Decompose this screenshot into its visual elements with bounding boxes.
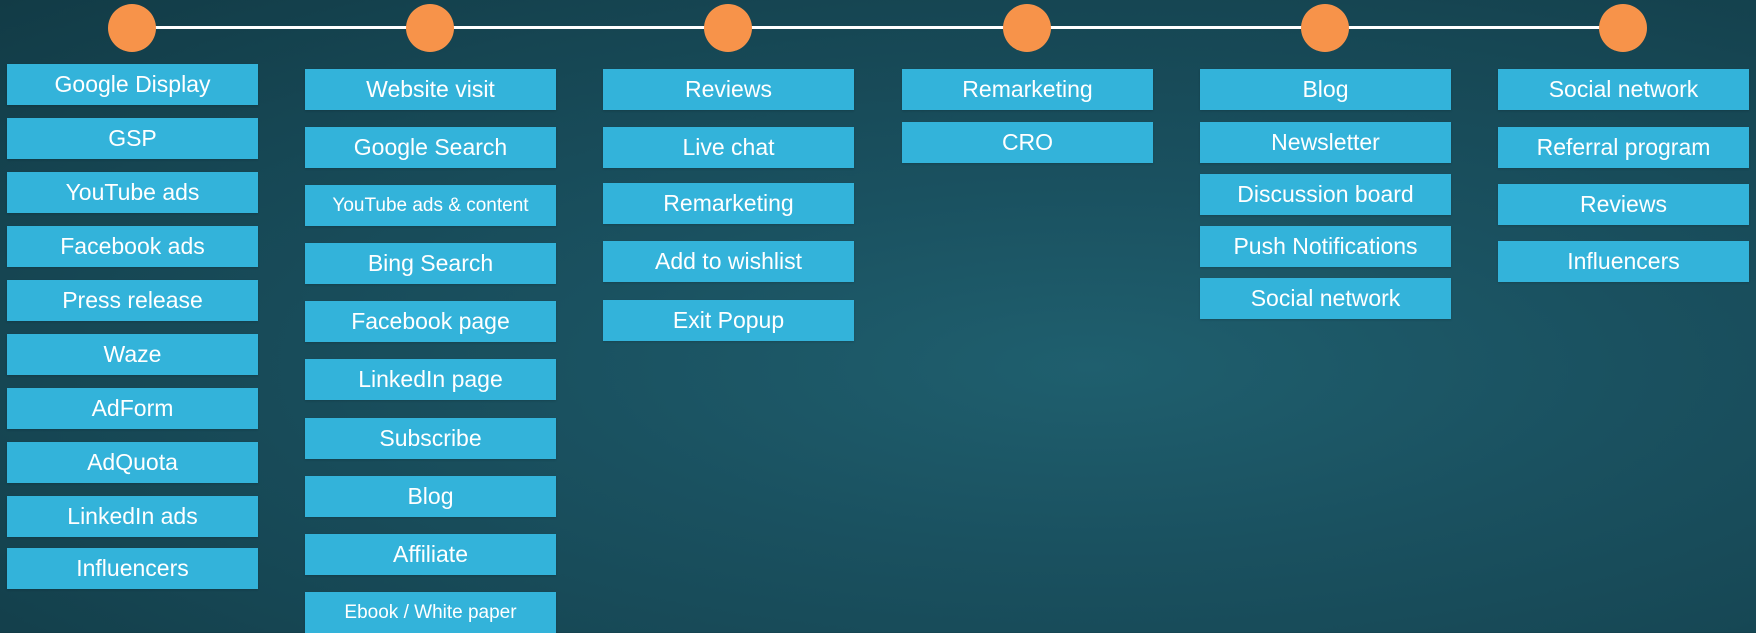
stage-5-item: Newsletter [1200,122,1451,163]
stage-1-item: LinkedIn ads [7,496,258,537]
stage-2-item: Facebook page [305,301,556,342]
timeline [0,0,1756,60]
stage-5-item: Push Notifications [1200,226,1451,267]
stage-3-item: Reviews [603,69,854,110]
stage-2-item: YouTube ads & content [305,185,556,226]
stage-2-item: Ebook / White paper [305,592,556,633]
stage-2-item: Bing Search [305,243,556,284]
stage-3-item: Live chat [603,127,854,168]
stage-1-item: GSP [7,118,258,159]
stage-1-item: Facebook ads [7,226,258,267]
stage-3-node [704,4,752,52]
stage-3-item: Add to wishlist [603,241,854,282]
stage-3-item: Remarketing [603,183,854,224]
stage-6-item: Reviews [1498,184,1749,225]
stage-2-item: Affiliate [305,534,556,575]
stage-2-item: Google Search [305,127,556,168]
stage-6-item: Social network [1498,69,1749,110]
stage-3-item: Exit Popup [603,300,854,341]
stage-1-item: AdForm [7,388,258,429]
stage-4-item: CRO [902,122,1153,163]
stage-5-item: Social network [1200,278,1451,319]
stage-5-item: Blog [1200,69,1451,110]
stage-1-node [108,4,156,52]
stage-1-item: Press release [7,280,258,321]
stage-2-node [406,4,454,52]
stage-2-item: Blog [305,476,556,517]
stage-6-item: Influencers [1498,241,1749,282]
stage-5-item: Discussion board [1200,174,1451,215]
stage-4-item: Remarketing [902,69,1153,110]
stage-1-item: Influencers [7,548,258,589]
slide: { "colors": { "node": "#f7934a", "box": … [0,0,1756,633]
stage-2-item: Subscribe [305,418,556,459]
stage-6-item: Referral program [1498,127,1749,168]
timeline-connector-line [132,26,1624,29]
stage-1-item: Google Display [7,64,258,105]
stage-2-item: Website visit [305,69,556,110]
stage-1-item: Waze [7,334,258,375]
stage-1-item: AdQuota [7,442,258,483]
stage-1-item: YouTube ads [7,172,258,213]
stage-6-node [1599,4,1647,52]
stage-5-node [1301,4,1349,52]
stage-4-node [1003,4,1051,52]
stage-2-item: LinkedIn page [305,359,556,400]
